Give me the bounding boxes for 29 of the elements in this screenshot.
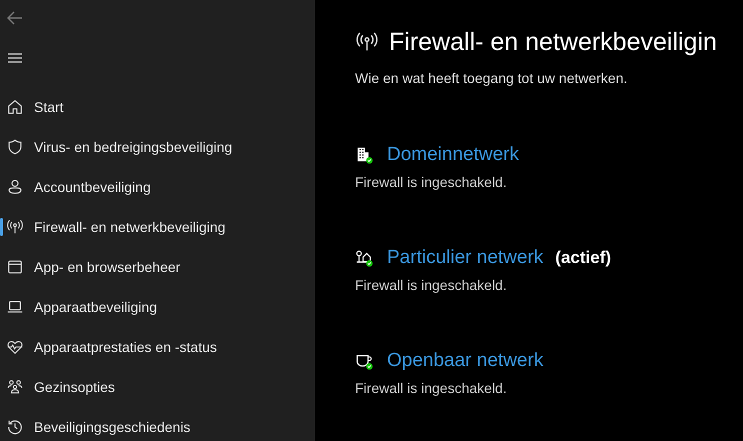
network-status: Firewall is ingeschakeld. xyxy=(355,380,508,396)
history-icon xyxy=(6,418,24,436)
nav-item[interactable]: App- en browserbeheer xyxy=(0,247,315,287)
page-description: Wie en wat heeft toegang tot uw netwerken. xyxy=(355,70,628,86)
network-link[interactable]: Particulier netwerk xyxy=(387,247,544,269)
nav-item[interactable]: Gezinsopties xyxy=(0,367,315,407)
shield-icon xyxy=(6,138,24,156)
people-icon xyxy=(6,378,24,396)
nav-item[interactable]: Apparaatprestaties en -status xyxy=(0,327,315,367)
network-status: Firewall is ingeschakeld. xyxy=(355,277,508,293)
house-icon xyxy=(6,98,24,116)
page-title: Firewall- en netwerkbeveiligin xyxy=(389,28,717,56)
antenna-icon xyxy=(6,218,24,236)
nav-item[interactable]: Firewall- en netwerkbeveiliging xyxy=(0,207,315,247)
window-icon xyxy=(6,258,24,276)
cup-check-icon xyxy=(355,352,373,370)
network-link[interactable]: Openbaar netwerk xyxy=(387,350,544,372)
nav-item[interactable]: Apparaatbeveiliging xyxy=(0,287,315,327)
nav-item[interactable]: Beveiligingsgeschiedenis xyxy=(0,407,315,441)
heart-pulse-icon xyxy=(6,338,24,356)
active-label: (actief) xyxy=(555,248,612,268)
person-icon xyxy=(6,178,24,196)
house-tree-check-icon xyxy=(355,249,373,267)
network-status: Firewall is ingeschakeld. xyxy=(355,174,508,190)
nav-item[interactable]: Virus- en bedreigingsbeveiliging xyxy=(0,127,315,167)
nav-item[interactable]: Accountbeveiliging xyxy=(0,167,315,207)
network-link[interactable]: Domeinnetwerk xyxy=(387,144,519,166)
nav-item[interactable]: Start xyxy=(0,87,315,127)
building-check-icon xyxy=(355,146,373,164)
